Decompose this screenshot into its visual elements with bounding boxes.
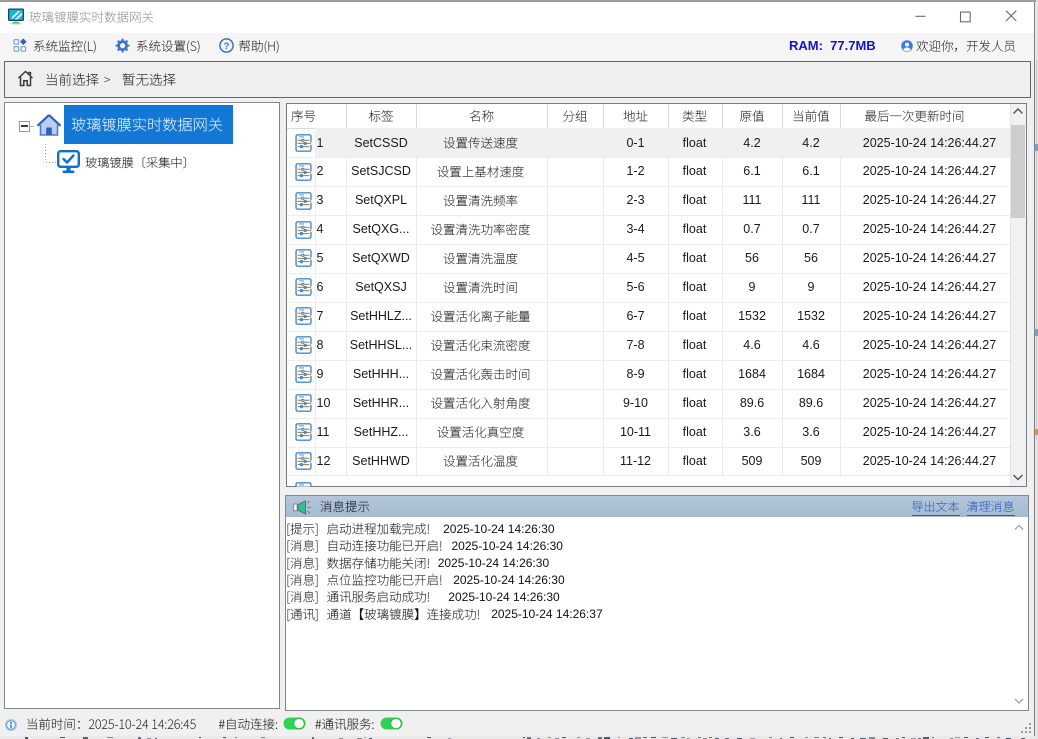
svg-text:?: ? — [224, 41, 230, 52]
